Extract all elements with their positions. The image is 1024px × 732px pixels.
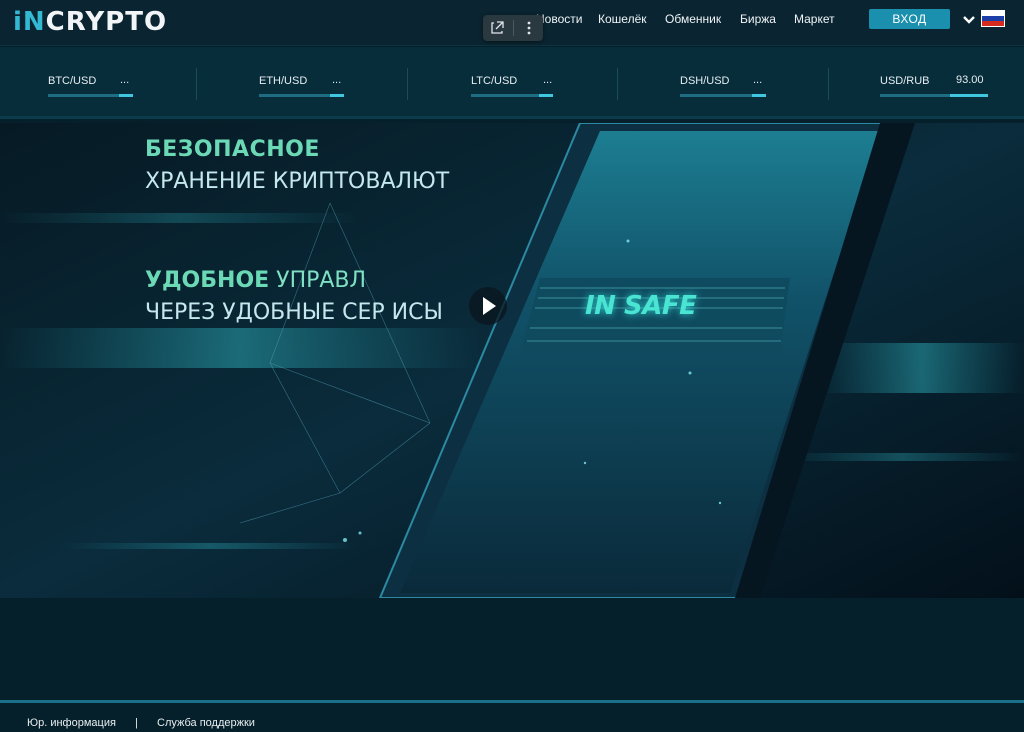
top-header: iNCRYPTO Новости Кошелёк Обменник Биржа … (0, 0, 1024, 46)
ticker-bar (259, 94, 344, 97)
ticker-bar-fill (330, 94, 344, 97)
rates-ticker: BTC/USD ... ETH/USD ... LTC/USD ... DSH/… (0, 47, 1024, 119)
ticker-divider (407, 68, 408, 100)
ticker-value: ... (543, 74, 553, 86)
ticker-divider (828, 68, 829, 100)
nav-item-market[interactable]: Маркет (794, 12, 835, 26)
ticker-bar (880, 94, 988, 97)
ticker-value: ... (332, 74, 342, 86)
ticker-bar-fill (119, 94, 133, 97)
ticker-pair: LTC/USD (471, 75, 518, 87)
nav-item-exchanger[interactable]: Обменник (665, 12, 721, 26)
open-external-icon[interactable] (483, 15, 513, 41)
nav-item-exchange[interactable]: Биржа (740, 12, 776, 26)
ticker-pair: BTC/USD (48, 75, 97, 87)
ticker-value: 93.00 (956, 74, 984, 86)
ticker-divider (617, 68, 618, 100)
support-link[interactable]: Служба поддержки (157, 717, 255, 729)
nav-item-wallet[interactable]: Кошелёк (598, 12, 647, 26)
hero-line-2: ХРАНЕНИЕ КРИПТОВАЛЮТ (145, 169, 450, 194)
promo-video[interactable]: БЕЗОПАСНОЕ ХРАНЕНИЕ КРИПТОВАЛЮТ УДОБНОЕ … (0, 123, 1024, 598)
ticker-bar (48, 94, 133, 97)
more-vertical-icon[interactable] (514, 15, 544, 41)
hero-line-3: УДОБНОЕ УПРАВЛ (145, 268, 366, 293)
ticker-bar (680, 94, 766, 97)
ticker-pair: ETH/USD (259, 75, 308, 87)
hero-line-3-rest: УПРАВЛ (269, 268, 367, 293)
site-logo[interactable]: iNCRYPTO (13, 8, 167, 36)
hero-line-4: ЧЕРЕЗ УДОБНЫЕ СЕР ИСЫ (145, 300, 443, 325)
site-footer: Юр. информация | Служба поддержки (0, 700, 1024, 732)
ticker-bar-fill (539, 94, 553, 97)
ticker-bar (471, 94, 553, 97)
logo-accent: iN (13, 7, 46, 37)
chevron-down-icon[interactable] (962, 13, 976, 25)
video-frame-art (0, 123, 1024, 598)
device-label: IN SAFE (585, 291, 697, 321)
ticker-bar-fill (950, 94, 988, 97)
logo-text: CRYPTO (45, 7, 168, 37)
ticker-pair: DSH/USD (680, 75, 730, 87)
legal-info-link[interactable]: Юр. информация (27, 717, 116, 729)
ticker-value: ... (120, 74, 130, 86)
ticker-divider (196, 68, 197, 100)
media-overlay-toolbar (483, 15, 543, 41)
ticker-bar-fill (752, 94, 766, 97)
flag-stripe-red (982, 20, 1004, 26)
hero-line-1: БЕЗОПАСНОЕ (145, 137, 320, 162)
hero-line-3-bold: УДОБНОЕ (145, 268, 270, 293)
ticker-pair: USD/RUB (880, 75, 930, 87)
language-flag-icon[interactable] (981, 10, 1005, 27)
play-icon[interactable] (469, 287, 507, 325)
footer-separator: | (135, 717, 138, 729)
ticker-value: ... (753, 74, 763, 86)
login-button[interactable]: ВХОД (869, 9, 950, 29)
